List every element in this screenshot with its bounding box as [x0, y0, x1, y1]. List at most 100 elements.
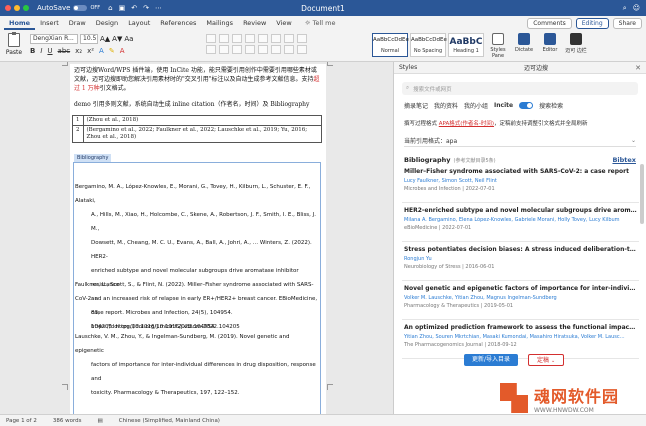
grow-font-icon[interactable]: A▲: [100, 35, 110, 43]
style-normal[interactable]: AaBbCcDdEe Normal: [372, 33, 409, 57]
list-item[interactable]: Novel genetic and epigenetic factors of …: [402, 281, 639, 320]
watermark-logo: 魂网软件园 WWW.HNWDW.COM: [500, 378, 640, 418]
nav-incite[interactable]: Incite: [494, 102, 513, 109]
style-heading-1[interactable]: AaBbC Heading 1: [448, 33, 484, 57]
align-left-icon[interactable]: [206, 45, 216, 54]
dictate-button[interactable]: Dictate: [512, 33, 536, 59]
incite-button[interactable]: 迈可 边栏: [564, 33, 588, 59]
font-color-icon[interactable]: A: [120, 47, 125, 55]
table-cell[interactable]: (Bergamino et al., 2022; Faulkner et al.…: [82, 125, 322, 143]
redo-icon[interactable]: ↷: [143, 4, 149, 12]
sidebar-title: 迈可边搜: [524, 65, 549, 72]
citation-table: 1 (Zhou et al., 2018) 2 (Bergamino et al…: [72, 115, 322, 143]
underline-button[interactable]: U: [47, 47, 52, 55]
justify-icon[interactable]: [245, 45, 255, 54]
proofing-icon[interactable]: ▤: [98, 418, 103, 424]
save-icon[interactable]: ▣: [119, 4, 126, 12]
bibliography-header: Bibliography (参考文献目录5条) Bibtex: [404, 156, 636, 164]
finalize-button[interactable]: 定稿 ⌄: [528, 354, 565, 366]
comments-button[interactable]: Comments: [527, 17, 572, 29]
sidebar-scrollbar[interactable]: [640, 164, 644, 224]
increase-indent-icon[interactable]: [258, 34, 268, 43]
shading-icon[interactable]: [284, 45, 294, 54]
nav-my-materials[interactable]: 我的资料: [434, 101, 458, 110]
minimize-window-button[interactable]: [14, 5, 20, 11]
shrink-font-icon[interactable]: A▼: [112, 35, 122, 43]
decrease-indent-icon[interactable]: [245, 34, 255, 43]
numbering-icon[interactable]: [219, 34, 229, 43]
home-icon[interactable]: ⌂: [108, 4, 112, 12]
borders-icon[interactable]: [297, 45, 307, 54]
italic-button[interactable]: I: [40, 47, 42, 55]
bibliography-field-tag[interactable]: Bibliography: [74, 154, 112, 162]
update-bibliography-button[interactable]: 更新/导入目录: [464, 354, 519, 366]
page-count[interactable]: Page 1 of 2: [6, 418, 37, 424]
editing-button[interactable]: Editing: [575, 17, 609, 29]
tab-insert[interactable]: Insert: [35, 16, 64, 30]
editor-button[interactable]: Editor: [538, 33, 562, 59]
style-no-spacing[interactable]: AaBbCcDdEe No Spacing: [410, 33, 447, 57]
nav-my-group[interactable]: 我的小组: [464, 101, 488, 110]
format-link[interactable]: APA格式(作者名-时间): [439, 121, 494, 127]
share-button[interactable]: Share: [612, 17, 642, 29]
tell-me-search[interactable]: ☼ Tell me: [305, 19, 336, 27]
smiley-icon[interactable]: ☺: [633, 4, 640, 12]
font-name-select[interactable]: DengXian R...: [30, 34, 78, 44]
close-window-button[interactable]: [5, 5, 11, 11]
undo-icon[interactable]: ↶: [131, 4, 137, 12]
table-cell: 2: [72, 125, 84, 143]
incite-sidebar: Styles 迈可边搜 ✕ ⌕ 搜索文件或网页 摘录笔记 我的资料 我的小组 I…: [393, 62, 646, 414]
change-case-icon[interactable]: Aa: [124, 35, 133, 43]
maximize-window-button[interactable]: [23, 5, 29, 11]
language[interactable]: Chinese (Simplified, Mainland China): [119, 418, 220, 424]
tab-layout[interactable]: Layout: [123, 16, 155, 30]
multilevel-icon[interactable]: [232, 34, 242, 43]
list-item[interactable]: Stress potentiates decision biases: A st…: [402, 242, 639, 281]
table-cell[interactable]: (Zhou et al., 2018): [82, 115, 322, 126]
tab-references[interactable]: References: [155, 16, 201, 30]
more-icon[interactable]: ⋯: [155, 4, 162, 12]
align-right-icon[interactable]: [232, 45, 242, 54]
highlight-icon[interactable]: ✎: [109, 47, 115, 55]
pilcrow-icon[interactable]: [297, 34, 307, 43]
font-size-select[interactable]: 10.5: [80, 34, 98, 44]
superscript-button[interactable]: x²: [87, 47, 94, 55]
autosave-toggle[interactable]: [73, 5, 88, 11]
document-area[interactable]: 迈可边搜Word/WPS 插件端，使用 InCite 功能，能只需要引用创作中需…: [0, 62, 393, 414]
close-icon[interactable]: ✕: [635, 64, 641, 72]
citation-style-select[interactable]: 当前引用格式：apa ⌄: [404, 135, 636, 147]
tab-mailings[interactable]: Mailings: [201, 16, 238, 30]
hint-text: ，定稿前支持调整引文格式并全局刷新: [494, 121, 588, 127]
incite-toggle[interactable]: [519, 102, 534, 109]
subscript-button[interactable]: x₂: [75, 47, 82, 55]
text-effects-icon[interactable]: A: [99, 47, 104, 55]
tab-view[interactable]: View: [271, 16, 296, 30]
search-icon[interactable]: ⌕: [623, 4, 627, 13]
bibtex-link[interactable]: Bibtex: [612, 156, 636, 164]
styles-pane-button[interactable]: Styles Pane: [486, 33, 510, 59]
tab-design[interactable]: Design: [91, 16, 123, 30]
nav-search[interactable]: 搜索检索: [539, 101, 563, 110]
list-item[interactable]: HER2-enriched subtype and novel molecula…: [402, 203, 639, 242]
sidebar-search-input[interactable]: ⌕ 搜索文件或网页: [402, 82, 638, 95]
line-spacing-icon[interactable]: [271, 45, 281, 54]
align-center-icon[interactable]: [219, 45, 229, 54]
distributed-icon[interactable]: [258, 45, 268, 54]
bullets-icon[interactable]: [206, 34, 216, 43]
tab-draw[interactable]: Draw: [64, 16, 91, 30]
title-bar: AutoSave OFF ⌂ ▣ ↶ ↷ ⋯ Document1 ⌕ ☺: [0, 0, 646, 16]
reference-list: Miller–Fisher syndrome associated with S…: [402, 164, 639, 384]
tab-review[interactable]: Review: [238, 16, 271, 30]
autosave[interactable]: AutoSave OFF: [37, 4, 100, 12]
tab-home[interactable]: Home: [4, 16, 36, 30]
entry-authors: Volker M. Lauschke, Yitian Zhou, Magnus …: [404, 295, 557, 301]
asian-layout-icon[interactable]: [271, 34, 281, 43]
sort-icon[interactable]: [284, 34, 294, 43]
bold-button[interactable]: B: [30, 47, 35, 55]
nav-notes[interactable]: 摘录笔记: [404, 101, 428, 110]
tell-me-label: Tell me: [312, 19, 336, 27]
paste-button[interactable]: Paste: [4, 32, 24, 59]
strikethrough-button[interactable]: abc: [58, 47, 71, 55]
list-item[interactable]: Miller–Fisher syndrome associated with S…: [402, 164, 639, 203]
word-count[interactable]: 386 words: [53, 418, 82, 424]
